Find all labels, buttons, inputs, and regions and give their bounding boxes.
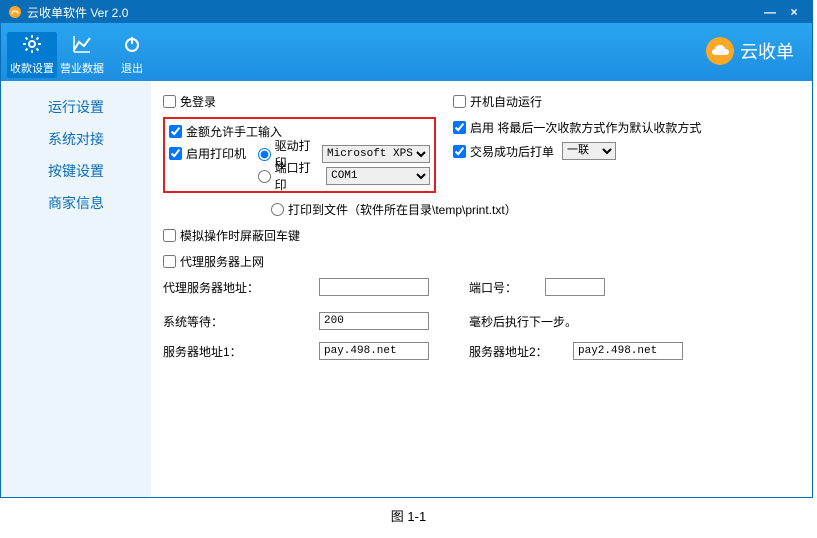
figure-caption: 图 1-1 — [0, 506, 817, 525]
label-wait-suffix: 毫秒后执行下一步。 — [469, 313, 577, 330]
sidebar-item-merchant-info[interactable]: 商家信息 — [1, 187, 151, 219]
close-button[interactable]: × — [782, 5, 806, 19]
input-server1[interactable] — [319, 342, 429, 360]
checkbox-block-enter[interactable]: 模拟操作时屏蔽回车键 — [163, 227, 300, 244]
label-server2: 服务器地址2： — [469, 343, 567, 360]
sidebar-item-system-dock[interactable]: 系统对接 — [1, 123, 151, 155]
label-server1: 服务器地址1： — [163, 343, 313, 360]
minimize-button[interactable]: — — [758, 5, 782, 19]
titlebar: 云收单软件 Ver 2.0 — × — [1, 1, 812, 23]
checkbox-auto-start[interactable]: 开机自动运行 — [453, 93, 763, 110]
checkbox-print-on-success[interactable]: 交易成功后打单 — [453, 143, 554, 160]
body: 运行设置 系统对接 按键设置 商家信息 免登录 开机自动运行 — [1, 81, 812, 497]
select-copies[interactable]: 一联 — [562, 142, 616, 160]
input-server2[interactable] — [573, 342, 683, 360]
radio-print-to-file[interactable]: 打印到文件（软件所在目录\temp\print.txt） — [271, 201, 517, 218]
checkbox-free-login[interactable]: 免登录 — [163, 93, 453, 110]
tab-payment-settings[interactable]: 收款设置 — [7, 32, 57, 78]
select-printer[interactable]: Microsoft XPS D — [322, 145, 430, 163]
input-proxy-addr[interactable] — [319, 278, 429, 296]
tab-label: 收款设置 — [10, 60, 54, 76]
tab-exit[interactable]: 退出 — [107, 32, 157, 78]
label-port: 端口号： — [469, 279, 539, 296]
sidebar-item-key-settings[interactable]: 按键设置 — [1, 155, 151, 187]
window-title: 云收单软件 Ver 2.0 — [27, 4, 758, 21]
checkbox-proxy-online[interactable]: 代理服务器上网 — [163, 253, 264, 270]
checkbox-default-payment[interactable]: 启用 将最后一次收款方式作为默认收款方式 — [453, 119, 701, 136]
sidebar-item-run-settings[interactable]: 运行设置 — [1, 91, 151, 123]
input-port[interactable] — [545, 278, 605, 296]
brand-logo-icon — [706, 37, 734, 65]
app-icon — [7, 4, 23, 20]
power-icon — [122, 34, 142, 58]
highlighted-printer-group: 金额允许手工输入 启用打印机 — [163, 117, 436, 193]
app-window: 云收单软件 Ver 2.0 — × 收款设置 营业数据 退出 云收单 — [0, 0, 813, 498]
ribbon: 收款设置 营业数据 退出 云收单 — [1, 23, 812, 81]
chart-icon — [72, 34, 92, 58]
tab-label: 营业数据 — [60, 60, 104, 76]
label-wait: 系统等待： — [163, 313, 313, 330]
label-proxy-addr: 代理服务器地址： — [163, 279, 313, 296]
input-wait[interactable] — [319, 312, 429, 330]
tab-label: 退出 — [121, 60, 143, 76]
tab-sales-data[interactable]: 营业数据 — [57, 32, 107, 78]
brand-text: 云收单 — [740, 38, 794, 64]
radio-port-print[interactable]: 端口打印 — [258, 159, 321, 193]
checkbox-enable-printer[interactable]: 启用打印机 — [169, 145, 258, 162]
settings-panel: 免登录 开机自动运行 金额允许手工输入 — [151, 81, 812, 497]
gear-icon — [22, 34, 42, 58]
brand: 云收单 — [706, 37, 794, 65]
select-port[interactable]: COM1 — [326, 167, 430, 185]
sidebar: 运行设置 系统对接 按键设置 商家信息 — [1, 81, 151, 497]
